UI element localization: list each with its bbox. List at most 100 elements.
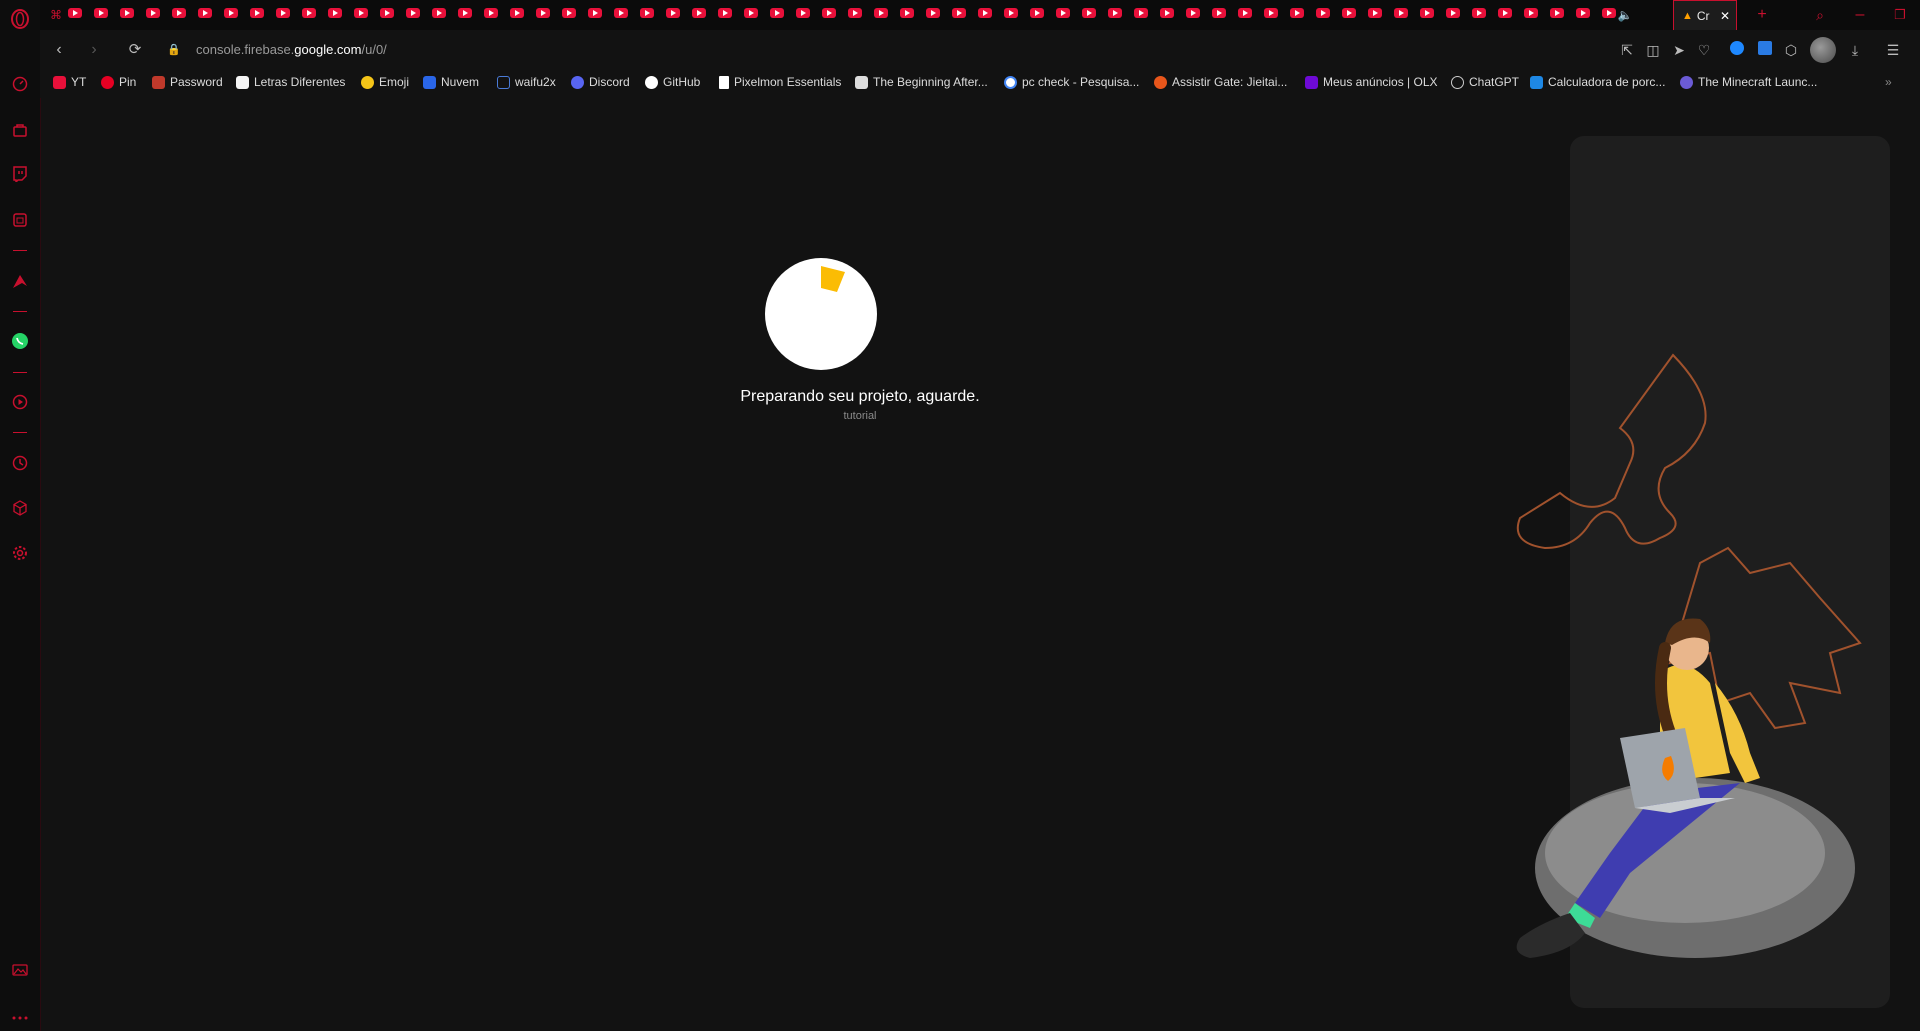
youtube-tab[interactable] — [1420, 8, 1434, 18]
youtube-tab[interactable] — [1576, 8, 1590, 18]
url-field[interactable]: console.firebase.google.com/u/0/ — [196, 42, 387, 57]
bookmark-item[interactable]: Emoji — [361, 75, 409, 89]
youtube-tab[interactable] — [1550, 8, 1564, 18]
youtube-tab[interactable] — [1446, 8, 1460, 18]
youtube-tab[interactable] — [276, 8, 290, 18]
download-icon[interactable]: ⤓ — [1846, 41, 1864, 59]
youtube-tab[interactable] — [926, 8, 940, 18]
wallpaper-icon[interactable] — [10, 960, 30, 980]
shopping-bag-icon[interactable] — [10, 120, 30, 140]
bookmark-item[interactable]: The Beginning After... — [855, 75, 988, 89]
bookmark-heart-icon[interactable]: ♡ — [1695, 41, 1713, 59]
youtube-tab[interactable] — [666, 8, 680, 18]
audio-playing-icon[interactable]: 🔈 — [1613, 5, 1637, 25]
bookmark-item[interactable]: Assistir Gate: Jieitai... — [1154, 75, 1287, 89]
youtube-tab[interactable] — [900, 8, 914, 18]
youtube-tab[interactable] — [224, 8, 238, 18]
youtube-tab[interactable] — [1342, 8, 1356, 18]
history-icon[interactable] — [10, 453, 30, 473]
youtube-tab[interactable] — [1160, 8, 1174, 18]
youtube-tab[interactable] — [952, 8, 966, 18]
youtube-tab[interactable] — [354, 8, 368, 18]
youtube-tab[interactable] — [432, 8, 446, 18]
bookmark-item[interactable]: Password — [152, 75, 223, 89]
youtube-tab[interactable] — [1212, 8, 1226, 18]
calendar-icon[interactable] — [10, 210, 30, 230]
youtube-tab[interactable] — [328, 8, 342, 18]
whatsapp-icon[interactable] — [10, 331, 30, 351]
bookmark-item[interactable]: ChatGPT — [1451, 75, 1519, 89]
youtube-tab[interactable] — [1524, 8, 1538, 18]
youtube-tab[interactable] — [1186, 8, 1200, 18]
snapshot-camera-icon[interactable]: ◫ — [1644, 41, 1662, 59]
bookmark-item[interactable]: The Minecraft Launc... — [1680, 75, 1817, 89]
bookmark-item[interactable]: Pixelmon Essentials — [719, 75, 841, 89]
shazam-extension-icon[interactable] — [1728, 41, 1746, 59]
twitch-icon[interactable] — [10, 164, 30, 184]
aria-icon[interactable] — [10, 271, 30, 291]
bookmark-item[interactable]: waifu2x — [497, 75, 556, 89]
restore-icon[interactable]: ❐ — [1888, 5, 1912, 25]
bookmark-item[interactable]: GitHub — [645, 75, 700, 89]
reload-icon[interactable]: ⟳ — [125, 40, 145, 60]
youtube-tab[interactable] — [796, 8, 810, 18]
extensions-icon[interactable] — [10, 498, 30, 518]
profile-avatar[interactable] — [1810, 37, 1836, 63]
youtube-tab[interactable] — [1394, 8, 1408, 18]
bookmark-item[interactable]: Calculadora de porc... — [1530, 75, 1665, 89]
youtube-tab[interactable] — [1082, 8, 1096, 18]
bookmark-item[interactable]: Nuvem — [423, 75, 479, 89]
extensions-cube-icon[interactable]: ⬡ — [1782, 41, 1800, 59]
youtube-tab[interactable] — [978, 8, 992, 18]
youtube-tab[interactable] — [770, 8, 784, 18]
settings-gear-icon[interactable] — [10, 543, 30, 563]
youtube-tab[interactable] — [848, 8, 862, 18]
youtube-tab[interactable] — [120, 8, 134, 18]
youtube-tab[interactable] — [614, 8, 628, 18]
youtube-tab[interactable] — [302, 8, 316, 18]
youtube-tab[interactable] — [1108, 8, 1122, 18]
youtube-tab[interactable] — [536, 8, 550, 18]
youtube-tab[interactable] — [198, 8, 212, 18]
youtube-tab[interactable] — [1472, 8, 1486, 18]
bookmark-item[interactable]: Meus anúncios | OLX — [1305, 75, 1438, 89]
youtube-tab[interactable] — [172, 8, 186, 18]
youtube-tab[interactable] — [146, 8, 160, 18]
youtube-tab[interactable] — [1498, 8, 1512, 18]
translate-extension-icon[interactable] — [1756, 41, 1774, 59]
youtube-tab[interactable] — [1368, 8, 1382, 18]
youtube-tab[interactable] — [510, 8, 524, 18]
send-icon[interactable]: ➤ — [1670, 41, 1688, 59]
youtube-tab[interactable] — [718, 8, 732, 18]
share-icon[interactable]: ⇱ — [1618, 41, 1636, 59]
player-icon[interactable] — [10, 392, 30, 412]
youtube-tab[interactable] — [744, 8, 758, 18]
close-tab-icon[interactable]: ✕ — [1720, 9, 1730, 23]
bookmark-item[interactable]: Discord — [571, 75, 630, 89]
youtube-tab[interactable] — [68, 8, 82, 18]
bookmark-item[interactable]: pc check - Pesquisa... — [1004, 75, 1139, 89]
youtube-tab[interactable] — [1056, 8, 1070, 18]
youtube-tab[interactable] — [1238, 8, 1252, 18]
back-icon[interactable]: ‹ — [49, 40, 69, 60]
youtube-tab[interactable] — [692, 8, 706, 18]
youtube-tab[interactable] — [1134, 8, 1148, 18]
youtube-tab[interactable] — [406, 8, 420, 18]
search-tabs-icon[interactable]: ⌕ — [1808, 5, 1832, 25]
youtube-tab[interactable] — [822, 8, 836, 18]
lock-icon[interactable]: 🔒 — [164, 40, 184, 60]
youtube-tab[interactable] — [380, 8, 394, 18]
youtube-tab[interactable] — [562, 8, 576, 18]
minimize-icon[interactable]: – — [1848, 5, 1872, 25]
youtube-tab[interactable] — [588, 8, 602, 18]
youtube-tab[interactable] — [1316, 8, 1330, 18]
youtube-tab[interactable] — [250, 8, 264, 18]
youtube-tab[interactable] — [874, 8, 888, 18]
bookmark-item[interactable]: Letras Diferentes — [236, 75, 345, 89]
more-options-icon[interactable] — [10, 1008, 30, 1028]
youtube-tab[interactable] — [1264, 8, 1278, 18]
bookmark-item[interactable]: YT — [53, 75, 86, 89]
opera-logo-icon[interactable] — [10, 9, 30, 29]
tab-menu-icon[interactable]: ⌘ — [44, 5, 68, 25]
bookmark-item[interactable]: Pin — [101, 75, 136, 89]
